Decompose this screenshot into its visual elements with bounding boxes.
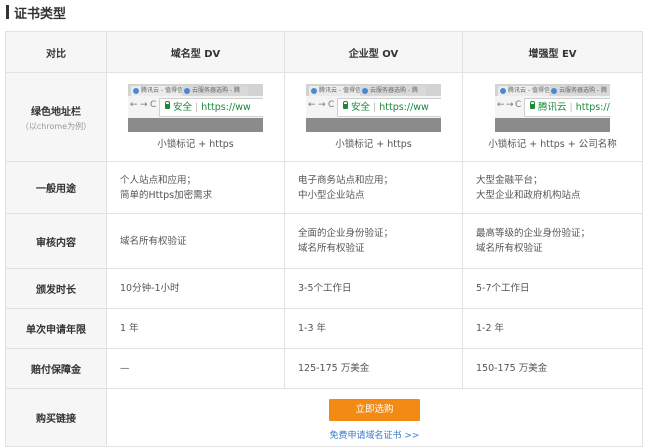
header-dv: 域名型 DV: [106, 31, 285, 73]
cell-warranty-ev: 150-175 万美金: [462, 348, 643, 389]
cell-years-dv: 1 年: [106, 308, 285, 349]
row-label-text: 绿色地址栏: [31, 106, 81, 118]
table-row: 颁发时长 10分钟-1小时 3-5个工作日 5-7个工作日: [5, 268, 643, 309]
forward-arrow-icon: →: [506, 100, 514, 110]
heading-bar: [6, 5, 9, 19]
favicon-icon: [500, 88, 506, 94]
address-bar: 腾讯云|https://w: [524, 98, 610, 117]
browser-cell-ev: 腾讯云 - 值得信赖× 云服务器选购 - 腾 ← → C 腾讯云|https:/…: [462, 72, 643, 162]
forward-arrow-icon: →: [318, 100, 326, 110]
back-arrow-icon: ←: [497, 100, 505, 110]
cell-issue-ev: 5-7个工作日: [462, 268, 643, 309]
table-row: 审核内容 域名所有权验证 全面的企业身份验证； 域名所有权验证 最高等级的企业身份…: [5, 213, 643, 269]
header-compare: 对比: [5, 31, 107, 73]
favicon-icon: [133, 88, 139, 94]
browser-tab: 腾讯云 - 值得信赖×: [309, 86, 367, 96]
browser-tab: 腾讯云 - 值得信赖×: [498, 86, 556, 96]
cell-issue-dv: 10分钟-1小时: [106, 268, 285, 309]
lock-icon: [530, 101, 535, 109]
cell-usage-dv: 个人站点和应用； 简单的Https加密需求: [106, 161, 285, 214]
browser-tabs: 腾讯云 - 值得信赖× 云服务器选购 - 腾: [495, 84, 610, 96]
buy-now-button[interactable]: 立即选购: [329, 398, 420, 421]
browser-mockup: 腾讯云 - 值得信赖× 云服务器选购 - 腾 ← → C 安全|https://…: [128, 84, 263, 132]
row-label-usage: 一般用途: [5, 161, 107, 214]
address-bar: 安全 | https://ww: [159, 98, 263, 117]
browser-tabs: 腾讯云 - 值得信赖× 云服务器选购 - 腾: [128, 84, 263, 96]
row-label-green-bar: 绿色地址栏 （以chrome为例）: [5, 72, 107, 162]
cell-years-ev: 1-2 年: [462, 308, 643, 349]
table-row: 购买链接 立即选购 免费申请域名证书 >>: [5, 388, 643, 447]
cell-years-ov: 1-3 年: [284, 308, 463, 349]
row-label-issue-time: 颁发时长: [5, 268, 107, 309]
cell-audit-dv: 域名所有权验证: [106, 213, 285, 269]
row-sublabel: （以chrome为例）: [20, 121, 92, 131]
favicon-icon: [184, 88, 190, 94]
cell-audit-ev: 最高等级的企业身份验证； 域名所有权验证: [462, 213, 643, 269]
lock-icon: [165, 101, 170, 109]
section-heading: 证书类型: [6, 4, 67, 22]
back-arrow-icon: ←: [130, 100, 138, 110]
cell-issue-ov: 3-5个工作日: [284, 268, 463, 309]
header-ov: 企业型 OV: [284, 31, 463, 73]
cell-audit-ov: 全面的企业身份验证； 域名所有权验证: [284, 213, 463, 269]
cert-comparison-table: 对比 域名型 DV 企业型 OV 增强型 EV 绿色地址栏 （以chrome为例…: [5, 31, 643, 447]
browser-cell-ov: 腾讯云 - 值得信赖× 云服务器选购 - 腾 ← → C 安全|https://…: [284, 72, 463, 162]
table-row: 一般用途 个人站点和应用； 简单的Https加密需求 电子商务站点和应用； 中小型企…: [5, 161, 643, 214]
reload-icon: C: [328, 100, 335, 110]
cell-warranty-dv: —: [106, 348, 285, 389]
section-title: 证书类型: [14, 6, 67, 22]
browser-navbar: ← → C 腾讯云|https://w: [495, 96, 610, 118]
cell-usage-ov: 电子商务站点和应用； 中小型企业站点: [284, 161, 463, 214]
browser-tab: 云服务器选购 - 腾: [549, 86, 610, 96]
header-ev: 增强型 EV: [462, 31, 643, 73]
table-row: 单次申请年限 1 年 1-3 年 1-2 年: [5, 308, 643, 349]
browser-navbar: ← → C 安全 | https://ww: [128, 96, 263, 118]
browser-mockup: 腾讯云 - 值得信赖× 云服务器选购 - 腾 ← → C 安全|https://…: [306, 84, 441, 132]
table-row: 绿色地址栏 （以chrome为例） 腾讯云 - 值得信赖× 云服务器选购 - 腾…: [5, 72, 643, 162]
forward-arrow-icon: →: [140, 100, 148, 110]
mockup-caption: 小锁标记 + https + 公司名称: [488, 139, 617, 150]
buy-cell: 立即选购 免费申请域名证书 >>: [106, 388, 643, 447]
free-cert-link[interactable]: 免费申请域名证书 >>: [108, 428, 641, 441]
row-label-audit: 审核内容: [5, 213, 107, 269]
browser-cell-dv: 腾讯云 - 值得信赖× 云服务器选购 - 腾 ← → C 安全|https://…: [106, 72, 285, 162]
browser-tab: 腾讯云 - 值得信赖×: [131, 86, 189, 96]
browser-navbar: ← → C 安全 | https://ww: [306, 96, 441, 118]
browser-mockup: 腾讯云 - 值得信赖× 云服务器选购 - 腾 ← → C 腾讯云|https:/…: [495, 84, 610, 132]
favicon-icon: [362, 88, 368, 94]
back-arrow-icon: ←: [308, 100, 316, 110]
table-header-row: 对比 域名型 DV 企业型 OV 增强型 EV: [5, 31, 643, 73]
mockup-caption: 小锁标记 + https: [157, 139, 234, 150]
favicon-icon: [311, 88, 317, 94]
table-row: 赔付保障金 — 125-175 万美金 150-175 万美金: [5, 348, 643, 389]
cell-warranty-ov: 125-175 万美金: [284, 348, 463, 389]
address-bar: 安全 | https://ww: [337, 98, 441, 117]
mockup-caption: 小锁标记 + https: [335, 139, 412, 150]
browser-tab: 云服务器选购 - 腾: [182, 86, 248, 96]
browser-tabs: 腾讯云 - 值得信赖× 云服务器选购 - 腾: [306, 84, 441, 96]
cell-usage-ev: 大型金融平台； 大型企业和政府机构站点: [462, 161, 643, 214]
row-label-warranty: 赔付保障金: [5, 348, 107, 389]
reload-icon: C: [515, 100, 522, 110]
row-label-years: 单次申请年限: [5, 308, 107, 349]
lock-icon: [343, 101, 348, 109]
browser-tab: 云服务器选购 - 腾: [360, 86, 426, 96]
favicon-icon: [551, 88, 557, 94]
reload-icon: C: [150, 100, 157, 110]
row-label-buy: 购买链接: [5, 388, 107, 447]
